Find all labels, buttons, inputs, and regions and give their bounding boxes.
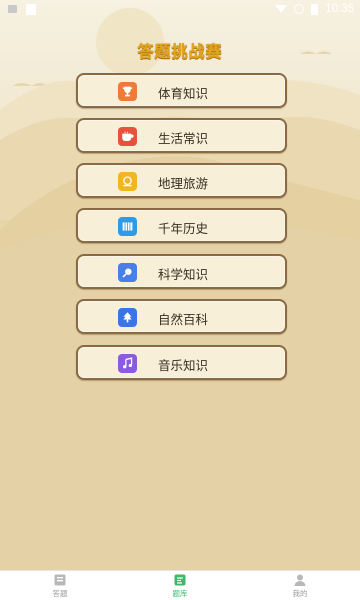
page-title: 答题挑战赛 — [137, 42, 223, 61]
question-bank-icon — [173, 573, 187, 587]
category-label: 千年历史 — [158, 221, 209, 236]
quiz-icon — [53, 573, 67, 587]
category-label: 自然百科 — [158, 312, 209, 327]
category-button-history[interactable]: 千年历史 — [76, 208, 287, 243]
nav-item-question-bank[interactable]: 题库 — [120, 571, 240, 600]
category-button-music[interactable]: 音乐知识 — [76, 345, 287, 380]
status-bar: 10:35 — [0, 0, 360, 18]
category-button-geography[interactable]: 地理旅游 — [76, 163, 287, 198]
category-button-science[interactable]: 科学知识 — [76, 254, 287, 289]
nav-label: 题库 — [172, 589, 188, 598]
status-time: 10:35 — [325, 3, 354, 15]
category-button-nature[interactable]: 自然百科 — [76, 299, 287, 334]
profile-icon — [293, 573, 307, 587]
magnifier-icon — [118, 263, 137, 282]
music-note-icon — [118, 354, 137, 373]
category-button-sports[interactable]: 体育知识 — [76, 73, 287, 108]
tree-icon — [118, 308, 137, 327]
trophy-icon — [118, 82, 137, 101]
nav-item-profile[interactable]: 我的 — [240, 571, 360, 600]
app-screen: 10:35 答题挑战赛 体育知识 生活常识 地理旅游 千年历史 科学知识 自然百… — [0, 0, 360, 600]
sim-icon — [26, 3, 36, 15]
do-not-disturb-icon — [294, 4, 305, 14]
bottom-nav: 答题 题库 我的 — [0, 570, 360, 600]
nav-label: 答题 — [52, 589, 68, 598]
category-label: 地理旅游 — [158, 176, 209, 191]
category-button-life[interactable]: 生活常识 — [76, 118, 287, 153]
wifi-icon — [275, 5, 288, 13]
nav-item-quiz[interactable]: 答题 — [0, 571, 120, 600]
category-label: 体育知识 — [158, 86, 209, 101]
coffee-cup-icon — [118, 127, 137, 146]
category-label: 生活常识 — [158, 131, 209, 146]
category-label: 音乐知识 — [158, 358, 209, 373]
battery-icon — [311, 3, 319, 15]
category-label: 科学知识 — [158, 267, 209, 282]
notification-icon — [8, 5, 17, 13]
book-icon — [118, 217, 137, 236]
nav-label: 我的 — [292, 589, 308, 598]
globe-icon — [118, 172, 137, 191]
